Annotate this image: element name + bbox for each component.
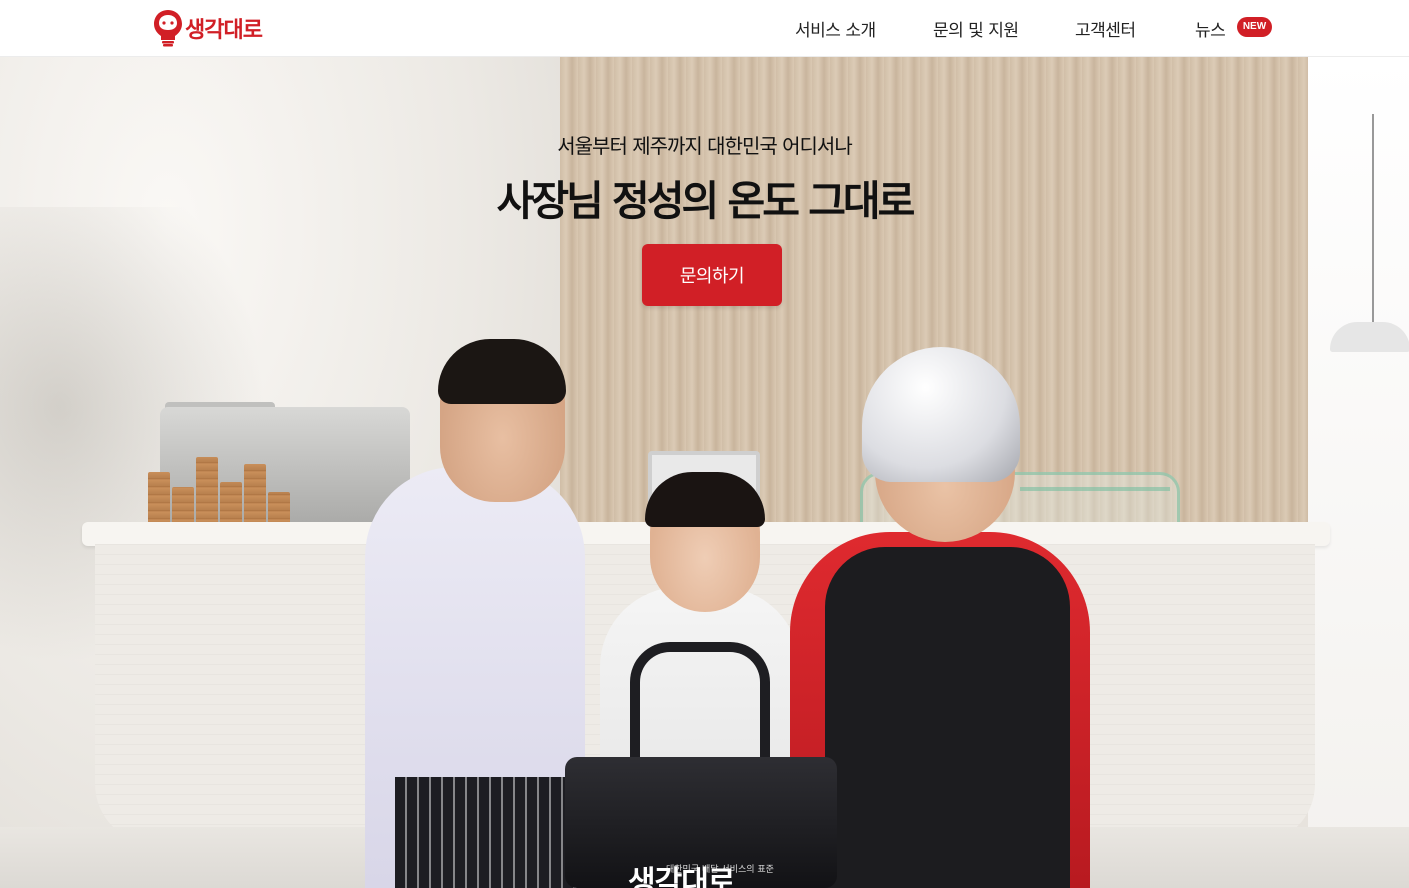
nav-customer-center[interactable]: 고객센터 (1075, 16, 1136, 41)
nav-news[interactable]: 뉴스 (1195, 16, 1226, 41)
showcase-shelf (1020, 487, 1170, 491)
hero-subtitle: 서울부터 제주까지 대한민국 어디서나 (557, 134, 852, 158)
new-badge: NEW (1237, 17, 1272, 37)
owner-apron (395, 777, 575, 888)
inquiry-button[interactable]: 문의하기 (642, 244, 782, 306)
site-header: 생각대로 서비스 소개 문의 및 지원 고객센터 뉴스 NEW (0, 0, 1409, 57)
rider-vest (825, 547, 1070, 888)
hero-title: 사장님 정성의 온도 그대로 (496, 177, 916, 225)
pendant-lamp (1330, 322, 1409, 352)
nav-inquiry-support[interactable]: 문의 및 지원 (933, 16, 1019, 41)
delivery-bag-handle (630, 642, 770, 772)
nav-service-intro[interactable]: 서비스 소개 (795, 16, 876, 41)
main-nav: 서비스 소개 문의 및 지원 고객센터 뉴스 NEW (0, 0, 1409, 57)
delivery-bag-logo: 생각대로 (628, 865, 735, 888)
